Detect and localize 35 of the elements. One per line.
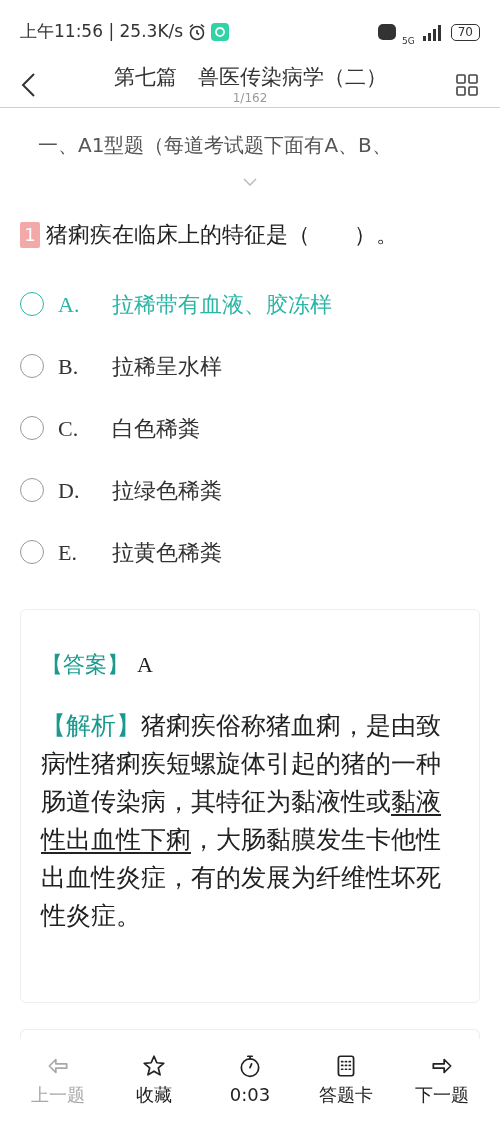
- answer-value: A: [137, 651, 153, 679]
- back-icon: [20, 71, 36, 98]
- answer-option[interactable]: E. 拉黄色稀粪: [0, 521, 500, 583]
- bottom-nav-button[interactable]: 答题卡: [306, 1053, 386, 1108]
- answer-option[interactable]: C. 白色稀粪: [0, 397, 500, 459]
- question-text: 猪痢疾在临床上的特征是（ ）。: [46, 221, 398, 249]
- status-time: 上午11:56 | 25.3K/s: [20, 20, 184, 44]
- analysis-text: 【解析】猪痢疾俗称猪血痢，是由致病性猪痢疾短螺旋体引起的猪的一种肠道传染病，其特征为黏液性或黏液性出血性下痢，大肠黏膜发生卡他性出血性炎症，有的发展为纤维性坏死性炎症。: [41, 710, 442, 932]
- option-text: 拉绿色稀粪: [112, 476, 222, 505]
- option-letter: C.: [58, 414, 80, 443]
- hd-icon: [378, 24, 396, 40]
- option-text: 拉黄色稀粪: [112, 538, 222, 567]
- grid-menu-button[interactable]: [456, 72, 480, 97]
- page-title: 第七篇 兽医传染病学（二）: [113, 63, 387, 90]
- star-icon: [141, 1053, 167, 1079]
- option-text: 拉稀呈水样: [112, 352, 222, 381]
- option-text: 拉稀带有血液、胶冻样: [112, 290, 332, 319]
- option-letter: E.: [58, 538, 78, 567]
- bottom-nav-button[interactable]: 收藏: [114, 1053, 194, 1108]
- network-label: 5G: [402, 36, 415, 46]
- question-number-badge: 1: [20, 221, 40, 248]
- battery-indicator: 70: [450, 23, 480, 41]
- app-notification-icon: [211, 23, 230, 41]
- section-instruction: 一、A1型题（每道考试题下面有A、B、: [38, 133, 392, 157]
- option-letter: B.: [58, 352, 80, 381]
- grid-icon: [456, 73, 478, 96]
- answer-label: 【答案】: [41, 651, 129, 679]
- bottom-nav-button[interactable]: 下一题: [402, 1053, 482, 1108]
- expand-chevron-icon[interactable]: [243, 178, 257, 186]
- bottom-nav-button[interactable]: 0:03: [210, 1053, 290, 1108]
- option-letter: A.: [58, 290, 81, 319]
- answer-option[interactable]: B. 拉稀呈水样: [0, 335, 500, 397]
- answer-option[interactable]: D. 拉绿色稀粪: [0, 459, 500, 521]
- option-text: 白色稀粪: [112, 414, 200, 443]
- option-letter: D.: [58, 476, 81, 505]
